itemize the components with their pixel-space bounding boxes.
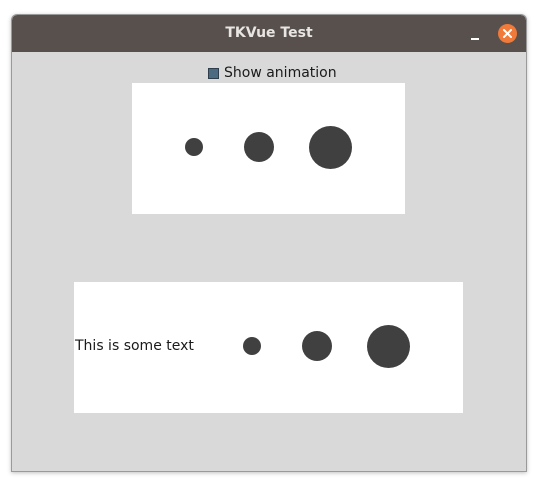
app-window: TKVue Test Show animation This is some t… (11, 14, 527, 472)
large-dot (309, 126, 352, 169)
show-animation-checkbox[interactable]: Show animation (208, 65, 337, 81)
text-canvas-bottom: This is some text (74, 282, 463, 413)
minimize-icon[interactable] (468, 31, 482, 45)
close-icon[interactable] (498, 24, 517, 43)
animation-canvas-top (132, 83, 405, 214)
panel-text: This is some text (75, 338, 194, 354)
small-dot (243, 337, 261, 355)
medium-dot (302, 331, 332, 361)
checkbox-box[interactable] (208, 67, 219, 79)
medium-dot (244, 132, 274, 162)
small-dot (185, 138, 203, 156)
window-title: TKVue Test (225, 25, 313, 41)
title-bar[interactable]: TKVue Test (12, 15, 526, 52)
large-dot (367, 325, 410, 368)
show-animation-label: Show animation (224, 65, 337, 81)
